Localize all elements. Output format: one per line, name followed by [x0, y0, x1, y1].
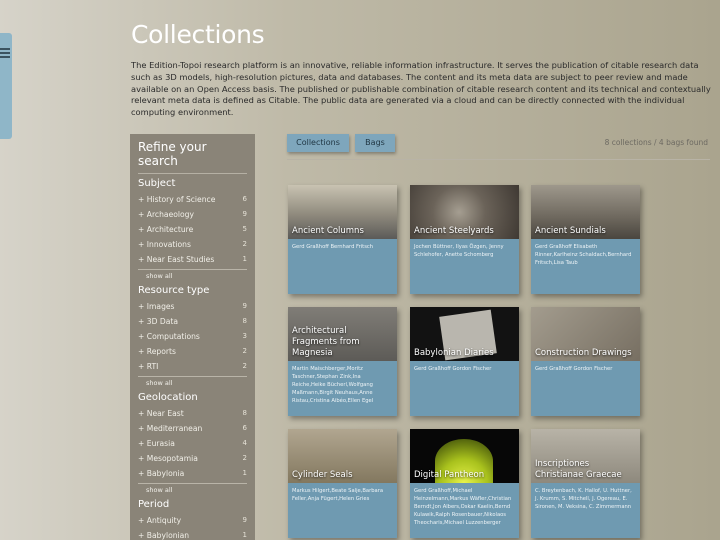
intro-text: The Edition-Topoi research platform is a… [131, 60, 711, 118]
facet-item[interactable]: + Near East Studies 1 [138, 252, 247, 267]
facet-item[interactable]: + 3D Data 8 [138, 314, 247, 329]
collection-card-architectural-fragments[interactable]: Architectural Fragments from Magnesia Ma… [288, 307, 397, 416]
facet-item-label: + Near East [138, 409, 184, 418]
facet-list-subject: + History of Science 6 + Archaeology 9 + A… [138, 192, 247, 267]
collection-card-ancient-sundials[interactable]: Ancient Sundials Gerd Graßhoff Elisabeth… [531, 185, 640, 294]
facet-item-label: + Eurasia [138, 439, 175, 448]
facet-item-count: 2 [242, 347, 247, 355]
collection-card-babylonian-diaries[interactable]: Babylonian Diaries Gerd Graßhoff Gordon … [410, 307, 519, 416]
facet-item-label: + Archaeology [138, 210, 194, 219]
card-authors: Gerd Graßhoff Bernhard Fritsch [292, 244, 374, 250]
facet-item[interactable]: + Archaeology 9 [138, 207, 247, 222]
card-authors: Gerd Graßhoff Gordon Fischer [535, 366, 613, 372]
card-title: Babylonian Diaries [414, 348, 494, 358]
facet-item[interactable]: + Architecture 5 [138, 222, 247, 237]
show-all-link[interactable]: show all [138, 483, 247, 495]
facet-item-label: + Mesopotamia [138, 454, 198, 463]
card-title: Architectural Fragments from Magnesia [292, 326, 360, 358]
facet-item-label: + RTI [138, 362, 159, 371]
facet-list-geolocation: + Near East 8 + Mediterranean 6 + Eurasia 4… [138, 406, 247, 481]
facet-item[interactable]: + Eurasia 4 [138, 436, 247, 451]
hamburger-menu-icon[interactable] [0, 48, 10, 58]
collection-card-digital-pantheon[interactable]: Digital Pantheon Gerd Graßhoff,Michael H… [410, 429, 519, 538]
card-title: Cylinder Seals [292, 470, 353, 480]
page-title: Collections [131, 20, 265, 49]
collection-card-inscriptiones-christianae-graecae[interactable]: Inscriptiones Christianae Graecae C. Bre… [531, 429, 640, 538]
facet-list-period: + Antiquity 9 + Babylonian 1 [138, 513, 247, 540]
facet-item[interactable]: + Antiquity 9 [138, 513, 247, 528]
facet-item-count: 4 [242, 439, 247, 447]
facet-item-count: 6 [242, 424, 247, 432]
facet-item-count: 9 [242, 516, 247, 524]
facet-item-count: 6 [242, 195, 247, 203]
refine-search-sidebar: Refine your search Subject + History of … [130, 134, 255, 540]
card-authors: Gerd Graßhoff Elisabeth Rinner,Karlheinz… [535, 244, 632, 266]
result-count: 8 collections / 4 bags found [604, 138, 708, 147]
sidebar-title: Refine your search [138, 140, 247, 174]
show-all-link[interactable]: show all [138, 269, 247, 281]
facet-item[interactable]: + Babylonian 1 [138, 528, 247, 540]
facet-item-count: 2 [242, 240, 247, 248]
card-title: Inscriptiones Christianae Graecae [535, 459, 622, 480]
facet-item-label: + History of Science [138, 195, 216, 204]
facet-item-label: + Babylonian [138, 531, 190, 540]
facet-item-label: + Near East Studies [138, 255, 215, 264]
facet-list-resource-type: + Images 9 + 3D Data 8 + Computations 3 + R… [138, 299, 247, 374]
card-authors: Martin Maischberger,Moritz Taschner,Step… [292, 366, 374, 404]
facet-item-count: 2 [242, 454, 247, 462]
facet-item-count: 5 [242, 225, 247, 233]
facet-item[interactable]: + Near East 8 [138, 406, 247, 421]
bags-toggle-button[interactable]: Bags [355, 134, 395, 152]
facet-item-count: 1 [242, 531, 247, 539]
facet-item-count: 8 [242, 317, 247, 325]
facet-item-count: 9 [242, 302, 247, 310]
facet-item[interactable]: + Mesopotamia 2 [138, 451, 247, 466]
card-title: Construction Drawings [535, 348, 632, 358]
collection-card-ancient-steelyards[interactable]: Ancient Steelyards Jochen Büttner, Ilyas… [410, 185, 519, 294]
facet-heading-period: Period [138, 499, 170, 510]
collection-card-ancient-columns[interactable]: Ancient Columns Gerd Graßhoff Bernhard F… [288, 185, 397, 294]
divider [287, 159, 710, 160]
facet-item[interactable]: + Babylonia 1 [138, 466, 247, 481]
facet-item-label: + Computations [138, 332, 200, 341]
facet-item-count: 2 [242, 362, 247, 370]
facet-item[interactable]: + History of Science 6 [138, 192, 247, 207]
facet-item[interactable]: + RTI 2 [138, 359, 247, 374]
card-authors: Markus Hilgert,Beate Salje,Barbara Felle… [292, 488, 384, 502]
card-authors: C. Breytenbach, K. Hallof, U. Huttner, J… [535, 488, 632, 510]
card-authors: Gerd Graßhoff,Michael Heinzelmann,Markus… [414, 488, 512, 526]
facet-item-label: + Architecture [138, 225, 194, 234]
facet-item-count: 9 [242, 210, 247, 218]
facet-item[interactable]: + Images 9 [138, 299, 247, 314]
facet-item-count: 3 [242, 332, 247, 340]
collections-toggle-button[interactable]: Collections [287, 134, 349, 152]
facet-item[interactable]: + Computations 3 [138, 329, 247, 344]
collection-card-construction-drawings[interactable]: Construction Drawings Gerd Graßhoff Gord… [531, 307, 640, 416]
card-title: Ancient Steelyards [414, 226, 494, 236]
facet-item-label: + Mediterranean [138, 424, 203, 433]
facet-heading-subject: Subject [138, 178, 176, 189]
facet-item-label: + Innovations [138, 240, 191, 249]
facet-item-count: 1 [242, 469, 247, 477]
facet-heading-geolocation: Geolocation [138, 392, 198, 403]
facet-item-label: + 3D Data [138, 317, 179, 326]
facet-item-count: 1 [242, 255, 247, 263]
facet-item[interactable]: + Reports 2 [138, 344, 247, 359]
card-title: Digital Pantheon [414, 470, 485, 480]
facet-item-count: 8 [242, 409, 247, 417]
card-authors: Gerd Graßhoff Gordon Fischer [414, 366, 492, 372]
collection-card-cylinder-seals[interactable]: Cylinder Seals Markus Hilgert,Beate Salj… [288, 429, 397, 538]
facet-item[interactable]: + Mediterranean 6 [138, 421, 247, 436]
facet-item-label: + Images [138, 302, 175, 311]
facet-item-label: + Babylonia [138, 469, 185, 478]
facet-item-label: + Antiquity [138, 516, 182, 525]
card-authors: Jochen Büttner, Ilyas Özgen, Jenny Schle… [414, 244, 504, 258]
card-title: Ancient Columns [292, 226, 364, 236]
show-all-link[interactable]: show all [138, 376, 247, 388]
facet-item[interactable]: + Innovations 2 [138, 237, 247, 252]
card-title: Ancient Sundials [535, 226, 606, 236]
facet-item-label: + Reports [138, 347, 176, 356]
facet-heading-resource-type: Resource type [138, 285, 210, 296]
